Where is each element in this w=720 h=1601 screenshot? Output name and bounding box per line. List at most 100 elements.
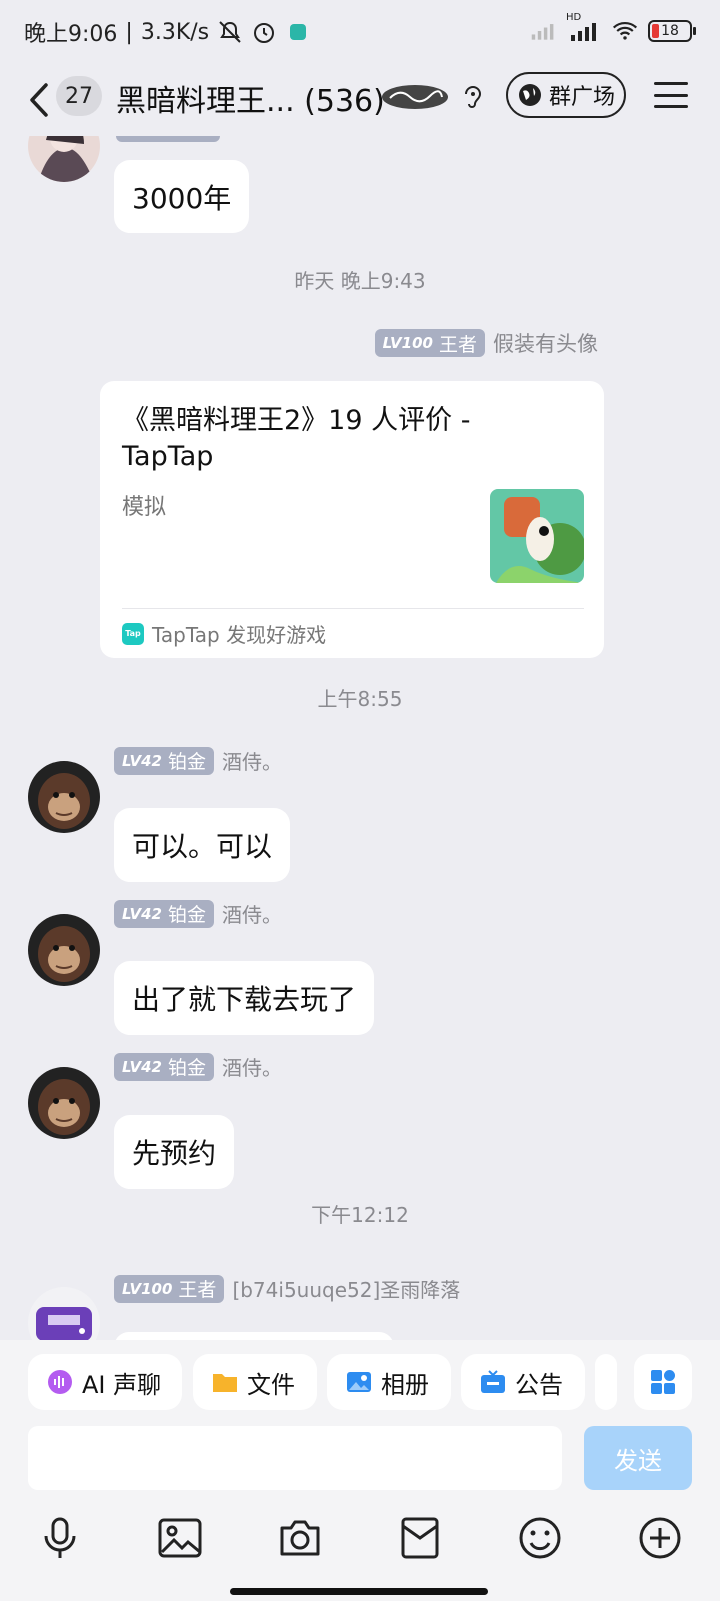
app-notification-icon: [285, 19, 311, 45]
red-packet-icon: [401, 1517, 439, 1559]
camera-icon: [280, 1520, 320, 1556]
timestamp: 下午12:12: [311, 1203, 409, 1227]
network-type: HD: [566, 12, 582, 23]
status-separator: |: [125, 19, 133, 45]
taptap-logo-icon: Tap: [122, 622, 144, 645]
menu-button[interactable]: [654, 78, 688, 112]
message-text: 可以。可以: [132, 830, 273, 863]
rank-label: 铂金: [167, 1057, 206, 1079]
unread-count-badge[interactable]: 27: [56, 76, 102, 116]
avatar[interactable]: [28, 761, 100, 833]
message-bubble[interactable]: 可以。可以: [114, 808, 291, 882]
sender-name[interactable]: 假装有头像: [493, 328, 598, 358]
apps-button[interactable]: [634, 1354, 692, 1410]
image-icon: [158, 1518, 202, 1558]
files-button[interactable]: 文件: [193, 1354, 317, 1410]
hamburger-icon: [654, 82, 688, 85]
group-square-label: 群广场: [548, 85, 615, 110]
battery-icon: 18: [648, 20, 696, 42]
sender-name[interactable]: [b74i5uuqe52]圣雨降落: [232, 1274, 460, 1303]
rank-label: 铂金: [167, 751, 206, 773]
message-text: 3000年: [132, 181, 232, 215]
message-text: 出了就下载去玩了: [132, 983, 357, 1016]
status-bar: 晚上9:06 | 3.3K/s HD 18: [0, 0, 720, 64]
message-bubble[interactable]: 3000年: [114, 160, 250, 233]
folder-icon: [211, 1368, 239, 1396]
more-button[interactable]: [634, 1512, 686, 1564]
notice-label: 公告: [515, 1370, 563, 1399]
level-value: LV42: [122, 751, 162, 770]
level-value: LV100: [122, 1279, 173, 1298]
hd-signal-icon: HD: [566, 12, 602, 44]
more-quick-action[interactable]: [595, 1354, 617, 1410]
plus-circle-icon: [639, 1517, 681, 1559]
home-indicator[interactable]: [230, 1588, 488, 1595]
level-badge: LV42 铂金: [114, 1052, 214, 1081]
group-square-button[interactable]: 群广场: [506, 72, 626, 118]
emoji-icon: [519, 1517, 561, 1559]
dearones-logo-icon: [382, 85, 448, 109]
divider: [122, 608, 584, 609]
group-title[interactable]: 黑暗料理王... (536): [116, 76, 385, 120]
battery-level: 18: [661, 23, 679, 39]
emoji-button[interactable]: [514, 1512, 566, 1564]
rank-label: 铂金: [167, 904, 206, 926]
globe-icon: [518, 84, 541, 106]
avatar[interactable]: [28, 1067, 100, 1139]
level-badge: LV100 王者: [114, 1274, 225, 1303]
album-button[interactable]: 相册: [327, 1354, 451, 1410]
notice-icon: [479, 1368, 507, 1396]
share-source-text: TapTap 发现好游戏: [152, 623, 327, 647]
quick-actions-bar: AI 声聊 文件 相册 公告: [0, 1340, 720, 1420]
group-name: 黑暗料理王...: [116, 84, 295, 119]
red-packet-button[interactable]: [394, 1512, 446, 1564]
status-speed: 3.3K/s: [140, 19, 210, 45]
back-button[interactable]: [24, 78, 54, 122]
level-value: LV100: [382, 334, 433, 352]
mute-icon: [217, 19, 243, 45]
camera-button[interactable]: [274, 1512, 326, 1564]
sender-name[interactable]: 酒侍。: [222, 746, 282, 775]
rank-label: 王者: [178, 1279, 217, 1301]
chat-messages[interactable]: 3000年 昨天 晚上9:43 LV100 王者 假装有头像 《黑暗料理王2》1…: [0, 136, 720, 1340]
bottom-toolbar: [0, 1500, 720, 1601]
send-button[interactable]: 发送: [584, 1426, 692, 1490]
ear-icon[interactable]: [460, 82, 484, 112]
share-card[interactable]: 《黑暗料理王2》19 人评价 - TapTap 模拟 Tap TapTap 发现…: [100, 381, 604, 658]
level-value: LV42: [122, 1057, 162, 1076]
sender-info: LV42 铂金 酒侍。: [114, 899, 282, 928]
sender-info: LV100 王者 [b74i5uuqe52]圣雨降落: [114, 1274, 460, 1303]
sender-name[interactable]: 酒侍。: [222, 899, 282, 928]
avatar[interactable]: [28, 914, 100, 986]
sender-name[interactable]: 酒侍。: [222, 1052, 282, 1081]
avatar[interactable]: [28, 136, 100, 182]
share-subtitle: 模拟: [122, 495, 167, 520]
album-icon: [345, 1368, 373, 1396]
sender-info: LV42 铂金 酒侍。: [114, 1052, 282, 1081]
level-value: LV42: [122, 904, 162, 923]
files-label: 文件: [247, 1370, 295, 1399]
wifi-icon: [612, 18, 638, 44]
timestamp: 昨天 晚上9:43: [294, 269, 426, 293]
game-thumbnail: [490, 489, 584, 583]
chat-header: 27 黑暗料理王... (536) 群广场: [0, 64, 720, 136]
status-time: 晚上9:06: [24, 22, 118, 47]
notice-button[interactable]: 公告: [461, 1354, 585, 1410]
share-title: 《黑暗料理王2》19 人评价 - TapTap: [122, 405, 471, 472]
rank-label: 王者: [438, 333, 477, 356]
level-badge-cut: [116, 136, 220, 142]
chevron-left-icon: [30, 83, 48, 117]
message-bubble[interactable]: [114, 1332, 394, 1340]
share-source: Tap TapTap 发现好游戏: [122, 619, 326, 648]
message-input[interactable]: [28, 1426, 562, 1490]
avatar[interactable]: [28, 1287, 100, 1340]
image-button[interactable]: [154, 1512, 206, 1564]
ai-voice-chat-button[interactable]: AI 声聊: [28, 1354, 182, 1410]
voice-button[interactable]: [34, 1512, 86, 1564]
input-row: 发送: [0, 1420, 720, 1500]
message-bubble[interactable]: 出了就下载去玩了: [114, 961, 375, 1035]
level-badge: LV100 王者: [374, 329, 485, 357]
message-bubble[interactable]: 先预约: [114, 1115, 235, 1189]
microphone-icon: [44, 1517, 76, 1558]
alarm-icon: [251, 19, 277, 45]
